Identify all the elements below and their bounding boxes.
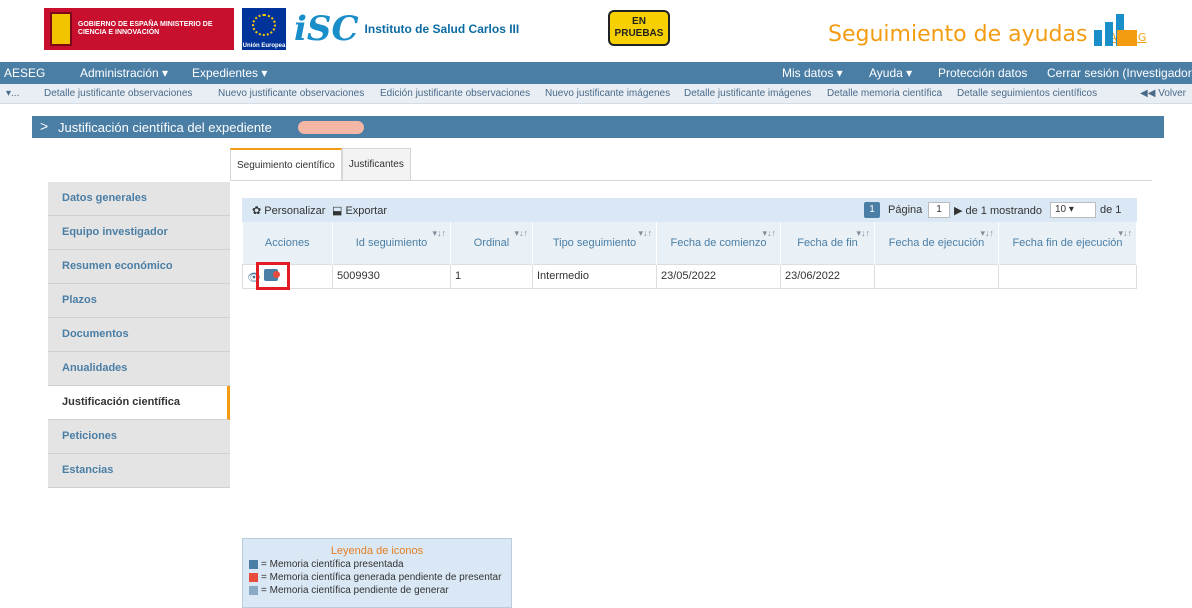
isciii-name: Instituto de Salud Carlos III: [364, 22, 520, 36]
column-header[interactable]: Ordinal ▾↓↑: [450, 222, 533, 264]
sidebar-item-anualidades[interactable]: Anualidades: [48, 352, 230, 386]
nav-cerrar-sesion[interactable]: Cerrar sesión (Investigador): [1047, 66, 1192, 80]
column-header[interactable]: Id seguimiento ▾↓↑: [332, 222, 451, 264]
filter-sort-icon[interactable]: ▾↓↑: [638, 228, 652, 239]
sidebar: Datos generales Equipo investigador Resu…: [48, 182, 230, 488]
nav-proteccion-datos[interactable]: Protección datos: [938, 66, 1027, 80]
app-title-text: Seguimiento de ayudas -: [828, 22, 1110, 47]
exportar-button[interactable]: ⬓ Exportar: [332, 204, 387, 217]
column-header[interactable]: Fecha de fin ▾↓↑: [780, 222, 875, 264]
icon-legend: Leyenda de iconos = Memoria científica p…: [242, 538, 512, 608]
nav-expedientes[interactable]: Expedientes ▾: [192, 66, 267, 80]
total-pages-label: de 1: [1100, 204, 1122, 216]
breadcrumb-item[interactable]: Nuevo justificante observaciones: [218, 88, 364, 99]
sidebar-item-resumen-economico[interactable]: Resumen económico: [48, 250, 230, 284]
en-pruebas-badge: EN PRUEBAS: [608, 10, 670, 46]
nav-brand[interactable]: AESEG: [4, 66, 45, 80]
filter-sort-icon[interactable]: ▾↓↑: [432, 228, 446, 239]
breadcrumb-item[interactable]: Detalle seguimientos científicos: [957, 88, 1097, 99]
sidebar-item-peticiones[interactable]: Peticiones: [48, 420, 230, 454]
sidebar-item-plazos[interactable]: Plazos: [48, 284, 230, 318]
eu-label: Unión Europea: [242, 43, 286, 49]
tab-justificantes[interactable]: Justificantes: [341, 148, 411, 180]
filter-sort-icon[interactable]: ▾↓↑: [1118, 228, 1132, 239]
breadcrumb-item[interactable]: Detalle memoria científica: [827, 88, 942, 99]
breadcrumb-item[interactable]: Detalle justificante observaciones: [44, 88, 192, 99]
breadcrumb: ▾... Detalle justificante observaciones …: [0, 84, 1192, 104]
seguimiento-panel: ✿ Personalizar ⬓ Exportar 1 Página 1 ▶ d…: [242, 198, 1137, 289]
highlight-box: [256, 262, 290, 290]
page-badge[interactable]: 1: [864, 202, 880, 218]
table-row[interactable]: 👁 5009930 1 Intermedio 23/05/2022 23/06/…: [242, 263, 1137, 289]
main-navbar: AESEG Administración ▾ Expedientes ▾ Mis…: [0, 62, 1192, 84]
breadcrumb-item[interactable]: Detalle justificante imágenes: [684, 88, 811, 99]
filter-sort-icon[interactable]: ▾↓↑: [980, 228, 994, 239]
pagina-label: Página: [888, 204, 923, 216]
personalizar-button[interactable]: ✿ Personalizar: [252, 204, 325, 217]
table-cell: 1: [450, 263, 533, 289]
coat-of-arms-icon: [50, 12, 72, 46]
column-header: Acciones: [242, 222, 333, 264]
memoria-presentada-icon: [249, 560, 258, 569]
legend-title: Leyenda de iconos: [330, 545, 424, 557]
page-next-label[interactable]: ▶ de 1 mostrando: [954, 204, 1042, 217]
section-title: Justificación científica del expediente: [58, 120, 272, 135]
memoria-pendiente-generar-icon: [249, 586, 258, 595]
memoria-pendiente-presentar-icon: [249, 573, 258, 582]
tab-divider: [230, 180, 1152, 181]
legend-item: = Memoria científica generada pendiente …: [249, 572, 511, 583]
table-cell: 5009930: [332, 263, 451, 289]
column-header[interactable]: Tipo seguimiento ▾↓↑: [532, 222, 657, 264]
isciii-mark: iSC: [294, 9, 359, 49]
table-cell: [874, 263, 999, 289]
grid-toolbar: ✿ Personalizar ⬓ Exportar 1 Página 1 ▶ d…: [242, 198, 1137, 222]
eu-stars-icon: [252, 14, 276, 36]
filter-sort-icon[interactable]: ▾↓↑: [856, 228, 870, 239]
sidebar-item-datos-generales[interactable]: Datos generales: [48, 182, 230, 216]
table-cell: Intermedio: [532, 263, 657, 289]
nav-administracion[interactable]: Administración ▾: [80, 66, 168, 80]
aeseg-chart-logo-icon: [1094, 14, 1137, 46]
chevron-right-icon: >: [40, 118, 49, 134]
column-header[interactable]: Fecha de ejecución ▾↓↑: [874, 222, 999, 264]
logo-group: GOBIERNO DE ESPAÑA MINISTERIO DE CIENCIA…: [44, 8, 519, 50]
header: GOBIERNO DE ESPAÑA MINISTERIO DE CIENCIA…: [0, 0, 1192, 62]
column-header[interactable]: Fecha de comienzo ▾↓↑: [656, 222, 781, 264]
gobierno-text: GOBIERNO DE ESPAÑA MINISTERIO DE CIENCIA…: [77, 21, 213, 36]
sidebar-item-estancias[interactable]: Estancias: [48, 454, 230, 488]
redacted-expediente-id: [298, 121, 364, 134]
tab-bar: Seguimiento científico Justificantes: [230, 148, 411, 180]
sidebar-item-justificacion-cientifica[interactable]: Justificación científica: [48, 386, 230, 420]
page-size-select[interactable]: 10 ▾: [1050, 202, 1096, 218]
table-cell: 23/06/2022: [780, 263, 875, 289]
sidebar-item-documentos[interactable]: Documentos: [48, 318, 230, 352]
breadcrumb-item[interactable]: Nuevo justificante imágenes: [545, 88, 670, 99]
filter-sort-icon[interactable]: ▾↓↑: [762, 228, 776, 239]
table-cell: [998, 263, 1137, 289]
nav-ayuda[interactable]: Ayuda ▾: [869, 66, 912, 80]
nav-mis-datos[interactable]: Mis datos ▾: [782, 66, 843, 80]
breadcrumb-toggle[interactable]: ▾...: [6, 88, 19, 99]
filter-sort-icon[interactable]: ▾↓↑: [514, 228, 528, 239]
gobierno-logo: GOBIERNO DE ESPAÑA MINISTERIO DE CIENCIA…: [44, 8, 234, 50]
legend-item: = Memoria científica presentada: [249, 559, 511, 570]
legend-item: = Memoria científica pendiente de genera…: [249, 585, 511, 596]
breadcrumb-item[interactable]: Edición justificante observaciones: [380, 88, 530, 99]
sidebar-item-equipo-investigador[interactable]: Equipo investigador: [48, 216, 230, 250]
tab-seguimiento-cientifico[interactable]: Seguimiento científico: [230, 148, 342, 180]
isciii-logo: iSC Instituto de Salud Carlos III: [294, 9, 519, 49]
column-header[interactable]: Fecha fin de ejecución ▾↓↑: [998, 222, 1137, 264]
page-input[interactable]: 1: [928, 202, 950, 218]
section-header[interactable]: > Justificación científica del expedient…: [32, 116, 1164, 138]
volver-link[interactable]: ◀◀ Volver: [1140, 88, 1186, 99]
table-cell: 23/05/2022: [656, 263, 781, 289]
eu-logo: Unión Europea: [242, 8, 286, 50]
seguimiento-table: Acciones Id seguimiento ▾↓↑ Ordinal ▾↓↑ Ti…: [242, 222, 1137, 289]
